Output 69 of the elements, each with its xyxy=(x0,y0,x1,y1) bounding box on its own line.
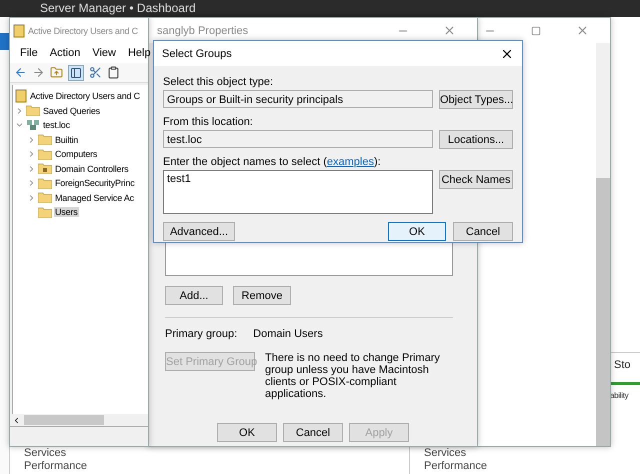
folder-icon xyxy=(38,206,52,218)
folder-icon xyxy=(38,192,52,204)
tree-item[interactable]: ForeignSecurityPrinc xyxy=(54,178,136,188)
window-title: Server Manager • Dashboard xyxy=(0,0,640,17)
tile-text: Performance xyxy=(424,460,488,473)
tree-item[interactable]: Domain Controllers xyxy=(54,164,130,174)
field-label: Select this object type: xyxy=(163,76,274,88)
tile-text: Performance xyxy=(24,460,88,473)
ok-button[interactable]: OK xyxy=(388,222,446,241)
chevron-right-icon[interactable] xyxy=(15,106,24,116)
tile-text: Services xyxy=(24,447,68,460)
dialog-button[interactable]: OK xyxy=(217,423,277,442)
examples-link[interactable]: examples xyxy=(326,156,374,168)
tile-text: Services xyxy=(424,447,468,460)
menu-item[interactable]: Action xyxy=(44,45,86,61)
field-label: From this location: xyxy=(163,116,254,128)
chevron-right-icon[interactable] xyxy=(27,178,36,188)
dialog-title: Select Groups xyxy=(162,48,232,60)
scrollbar[interactable] xyxy=(12,414,148,426)
tile-text: ability xyxy=(610,390,628,400)
tree-item[interactable]: Computers xyxy=(54,149,98,160)
tree-item[interactable]: Active Directory Users and C xyxy=(29,91,141,102)
folder-icon xyxy=(38,163,52,174)
book-icon xyxy=(13,24,25,38)
locations-button[interactable]: Locations... xyxy=(439,130,513,149)
object-names-field[interactable]: test1 xyxy=(163,170,433,214)
clipboard-icon[interactable] xyxy=(107,66,120,79)
dialog-title: sanglyb Properties xyxy=(157,24,248,36)
status-bar-line xyxy=(610,382,640,385)
chevron-right-icon[interactable] xyxy=(27,164,36,174)
location-field: test.loc xyxy=(163,130,433,148)
object-type-field: Groups or Built-in security principals xyxy=(163,90,433,108)
list-button[interactable]: Add... xyxy=(165,286,223,305)
tree-item[interactable]: Users xyxy=(54,207,79,218)
field-label: Primary group: xyxy=(165,328,238,340)
dialog-button[interactable]: Cancel xyxy=(283,423,343,442)
chevron-right-icon[interactable] xyxy=(27,192,36,203)
list-button[interactable]: Remove xyxy=(233,286,291,305)
cut-icon[interactable] xyxy=(89,66,102,79)
folder-icon xyxy=(38,134,52,146)
tree-item[interactable]: Saved Queries xyxy=(42,106,101,116)
check-names-button[interactable]: Check Names xyxy=(439,170,513,189)
tree-item[interactable]: Builtin xyxy=(54,134,80,145)
back-arrow-icon[interactable] xyxy=(14,66,27,79)
chevron-right-icon[interactable] xyxy=(27,149,36,160)
tree-item[interactable]: Managed Service Ac xyxy=(54,192,135,203)
menu-item[interactable]: Help xyxy=(122,45,157,61)
maximize-icon[interactable] xyxy=(531,26,541,36)
panel-icon[interactable] xyxy=(70,66,82,78)
scrollbar[interactable] xyxy=(596,43,610,446)
menu-item[interactable]: File xyxy=(14,45,44,61)
object-types-button[interactable]: Object Types... xyxy=(439,90,513,109)
field-value: Domain Users xyxy=(253,328,323,340)
window-title: Active Directory Users and C xyxy=(28,26,138,36)
book-icon xyxy=(15,89,27,104)
chevron-right-icon[interactable] xyxy=(27,134,36,145)
folder-up-icon[interactable] xyxy=(50,66,63,79)
folder-icon xyxy=(38,148,52,160)
folder-icon xyxy=(38,178,52,189)
forward-arrow-icon[interactable] xyxy=(32,66,45,79)
tree-item[interactable]: test.loc xyxy=(42,120,71,130)
advanced-button[interactable]: Advanced... xyxy=(163,222,235,241)
scroll-left-icon[interactable] xyxy=(12,416,21,424)
field-label: Enter the object names to select (examples): xyxy=(163,156,382,168)
folder-icon xyxy=(26,105,40,116)
note-text: There is no need to change Primary group unless you have Macintosh clients or POSIX-compliant applications. xyxy=(265,352,441,400)
cancel-button[interactable]: Cancel xyxy=(453,222,513,241)
domain-icon xyxy=(26,119,40,132)
menu-item[interactable]: View xyxy=(86,45,122,61)
